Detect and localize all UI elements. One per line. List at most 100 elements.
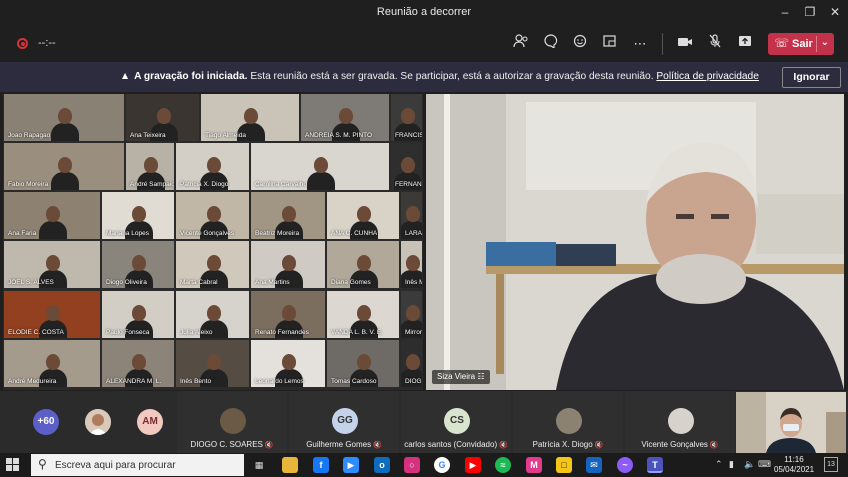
participant-tile[interactable]: Diogo Oliveira [102, 241, 174, 288]
participant-tile[interactable]: FERNANDO [391, 143, 422, 190]
strip-participant[interactable]: CS carlos santos (Convidado) 🔇 [401, 391, 511, 453]
strip-participant[interactable]: GG Guilherme Gomes 🔇 [289, 391, 399, 453]
m-app-icon[interactable]: M [526, 457, 542, 473]
more-options-icon[interactable]: ⋯ [630, 34, 650, 54]
volume-icon[interactable]: 🔈 [744, 459, 755, 470]
avatar[interactable] [85, 409, 111, 435]
participant-tile[interactable]: Beatriz Moreira [251, 192, 325, 239]
participant-tile[interactable]: Tiago Almeida [201, 94, 299, 141]
zoom-icon[interactable]: ▶ [343, 457, 359, 473]
participant-tile[interactable]: Inês Bento [176, 340, 249, 387]
participant-body [51, 123, 79, 141]
messenger-icon[interactable]: ~ [617, 457, 633, 473]
mail-icon[interactable]: ✉ [586, 457, 602, 473]
breakout-rooms-icon[interactable] [600, 34, 620, 54]
participant-tile[interactable]: JOEL S. ALVES [4, 241, 100, 288]
participant-head [58, 108, 72, 124]
chrome-icon[interactable]: G [434, 457, 450, 473]
leave-divider [816, 36, 817, 52]
share-screen-icon[interactable] [735, 34, 755, 54]
sticky-notes-icon[interactable]: □ [556, 457, 572, 473]
file-explorer-icon[interactable] [282, 457, 298, 473]
participant-tile[interactable]: Marta Cabral [176, 241, 249, 288]
recording-message: ▲ A gravação foi iniciada. Esta reunião e… [120, 71, 759, 82]
participant-tile[interactable]: VANDA L. B. V. E. [327, 291, 399, 338]
avatar-initials[interactable]: AM [137, 409, 163, 435]
pin-icon: ☷ [477, 372, 485, 381]
outlook-icon[interactable]: o [374, 457, 390, 473]
participant-name: FRANCIS [395, 132, 422, 139]
participant-name: Mariana Lopes [106, 230, 149, 237]
chevron-up-icon[interactable]: ⌃ [715, 459, 723, 470]
taskbar-search[interactable]: ⚲ Escreva aqui para procurar [31, 454, 244, 476]
participant-tile[interactable]: ANA C. CUNHA [327, 192, 399, 239]
participant-tile[interactable]: Inês M [401, 241, 422, 288]
teams-icon[interactable]: T [647, 457, 663, 473]
participant-tile[interactable]: André Medureira [4, 340, 100, 387]
participant-tile[interactable]: Ana Faria [4, 192, 100, 239]
instagram-icon[interactable]: ○ [404, 457, 420, 473]
strip-participant[interactable]: DIOGO C. SOARES 🔇 [177, 391, 287, 453]
participant-tile[interactable]: ELODIE C. COSTA [4, 291, 100, 338]
participant-tile[interactable]: Joao Rapagao [4, 94, 124, 141]
participant-tile[interactable]: LARA [401, 192, 422, 239]
speaker-name-tag: Siza Vieira ☷ [432, 370, 490, 384]
participants-icon[interactable] [511, 34, 531, 54]
participant-name: Julia Aleixo [180, 329, 213, 336]
participant-name: Inês Bento [180, 378, 212, 385]
participant-tile[interactable]: Mirror [401, 291, 422, 338]
participant-tile[interactable]: Diana Gomes [327, 241, 399, 288]
participant-tile[interactable]: ALEXANDRA M. L. [102, 340, 174, 387]
participant-tile[interactable]: Ana Teixeira [126, 94, 199, 141]
reactions-icon[interactable] [571, 34, 591, 54]
participant-tile[interactable]: Tomas Cardoso [327, 340, 399, 387]
taskbar-clock[interactable]: 11:16 05/04/2021 [774, 455, 814, 475]
participant-head [206, 255, 221, 271]
meeting-toolbar: --:-- ⋯ ☏ Sair ⌄ [0, 25, 848, 62]
chevron-down-icon[interactable]: ⌄ [821, 37, 829, 48]
battery-icon[interactable]: ▮ [729, 459, 734, 470]
participant-tile[interactable]: André Sampaio [126, 143, 174, 190]
window-title: Reunião a decorrer [376, 6, 472, 18]
close-icon[interactable]: ✕ [822, 3, 848, 21]
participant-tile[interactable]: ANDREIA S. M. PINTO [301, 94, 389, 141]
spotify-icon[interactable]: ≈ [495, 457, 511, 473]
chat-icon[interactable] [541, 34, 561, 54]
self-view-video[interactable] [736, 392, 846, 453]
task-view-icon[interactable]: ▦ [251, 457, 267, 473]
participant-tile[interactable]: FRANCIS [391, 94, 422, 141]
participant-tile[interactable]: Julia Aleixo [176, 291, 249, 338]
ignore-button[interactable]: Ignorar [782, 67, 841, 88]
phone-hangup-icon: ☏ [774, 36, 790, 50]
participant-name: Beatriz Moreira [255, 230, 300, 237]
notification-center-icon[interactable]: 13 [824, 457, 838, 472]
camera-icon[interactable] [675, 34, 695, 54]
participant-tile[interactable]: Paulo Fonseca [102, 291, 174, 338]
title-bar: Reunião a decorrer – ❐ ✕ [0, 0, 848, 25]
participant-tile[interactable]: Vicente Gonçalves [176, 192, 249, 239]
participant-tile[interactable]: Carolina Carvalho [251, 143, 389, 190]
maximize-icon[interactable]: ❐ [797, 3, 823, 21]
strip-participant[interactable]: Patrícia X. Diogo 🔇 [513, 391, 623, 453]
youtube-icon[interactable]: ▶ [465, 457, 481, 473]
mic-muted-icon[interactable] [705, 34, 725, 54]
strip-participant[interactable]: Vicente Gonçalves 🔇 [625, 391, 735, 453]
participant-tile[interactable]: Leonardo Lemos [251, 340, 325, 387]
participant-tile[interactable]: DIOG [401, 340, 422, 387]
participant-head [282, 305, 296, 321]
leave-button[interactable]: ☏ Sair ⌄ [768, 33, 834, 55]
participant-tile[interactable]: Renato Fernandes [251, 291, 325, 338]
facebook-icon[interactable]: f [313, 457, 329, 473]
participant-gallery: Joao Rapagao Ana Teixeira Tiago Almeida AND… [3, 94, 423, 390]
privacy-policy-link[interactable]: Política de privacidade [656, 71, 759, 82]
windows-start-icon[interactable] [6, 458, 20, 472]
participant-name: ANDREIA S. M. PINTO [305, 132, 373, 139]
participant-tile[interactable]: Ana Martins [251, 241, 325, 288]
keyboard-icon[interactable]: ⌨ [758, 459, 771, 470]
minimize-icon[interactable]: – [772, 3, 798, 21]
participant-tile[interactable]: Patricia X. Diogo [176, 143, 249, 190]
participant-tile[interactable]: Fabio Moreira [4, 143, 124, 190]
participant-tile[interactable]: Mariana Lopes [102, 192, 174, 239]
more-participants-badge[interactable]: +60 [33, 409, 59, 435]
active-speaker-video[interactable]: Siza Vieira ☷ [426, 94, 844, 390]
